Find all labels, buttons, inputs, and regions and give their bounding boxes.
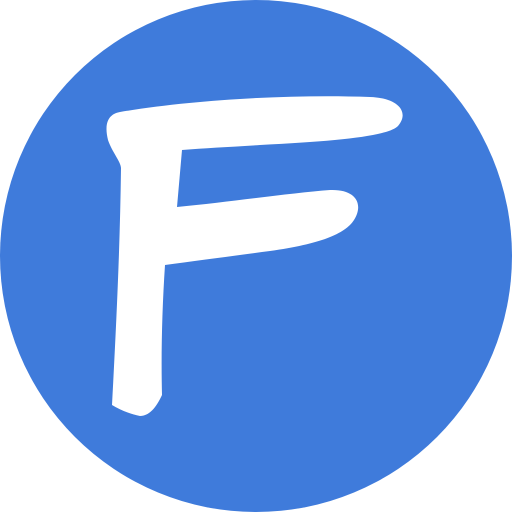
logo-circle	[0, 0, 512, 512]
app-icon	[0, 0, 512, 512]
letter-f-logo-icon	[0, 0, 512, 512]
